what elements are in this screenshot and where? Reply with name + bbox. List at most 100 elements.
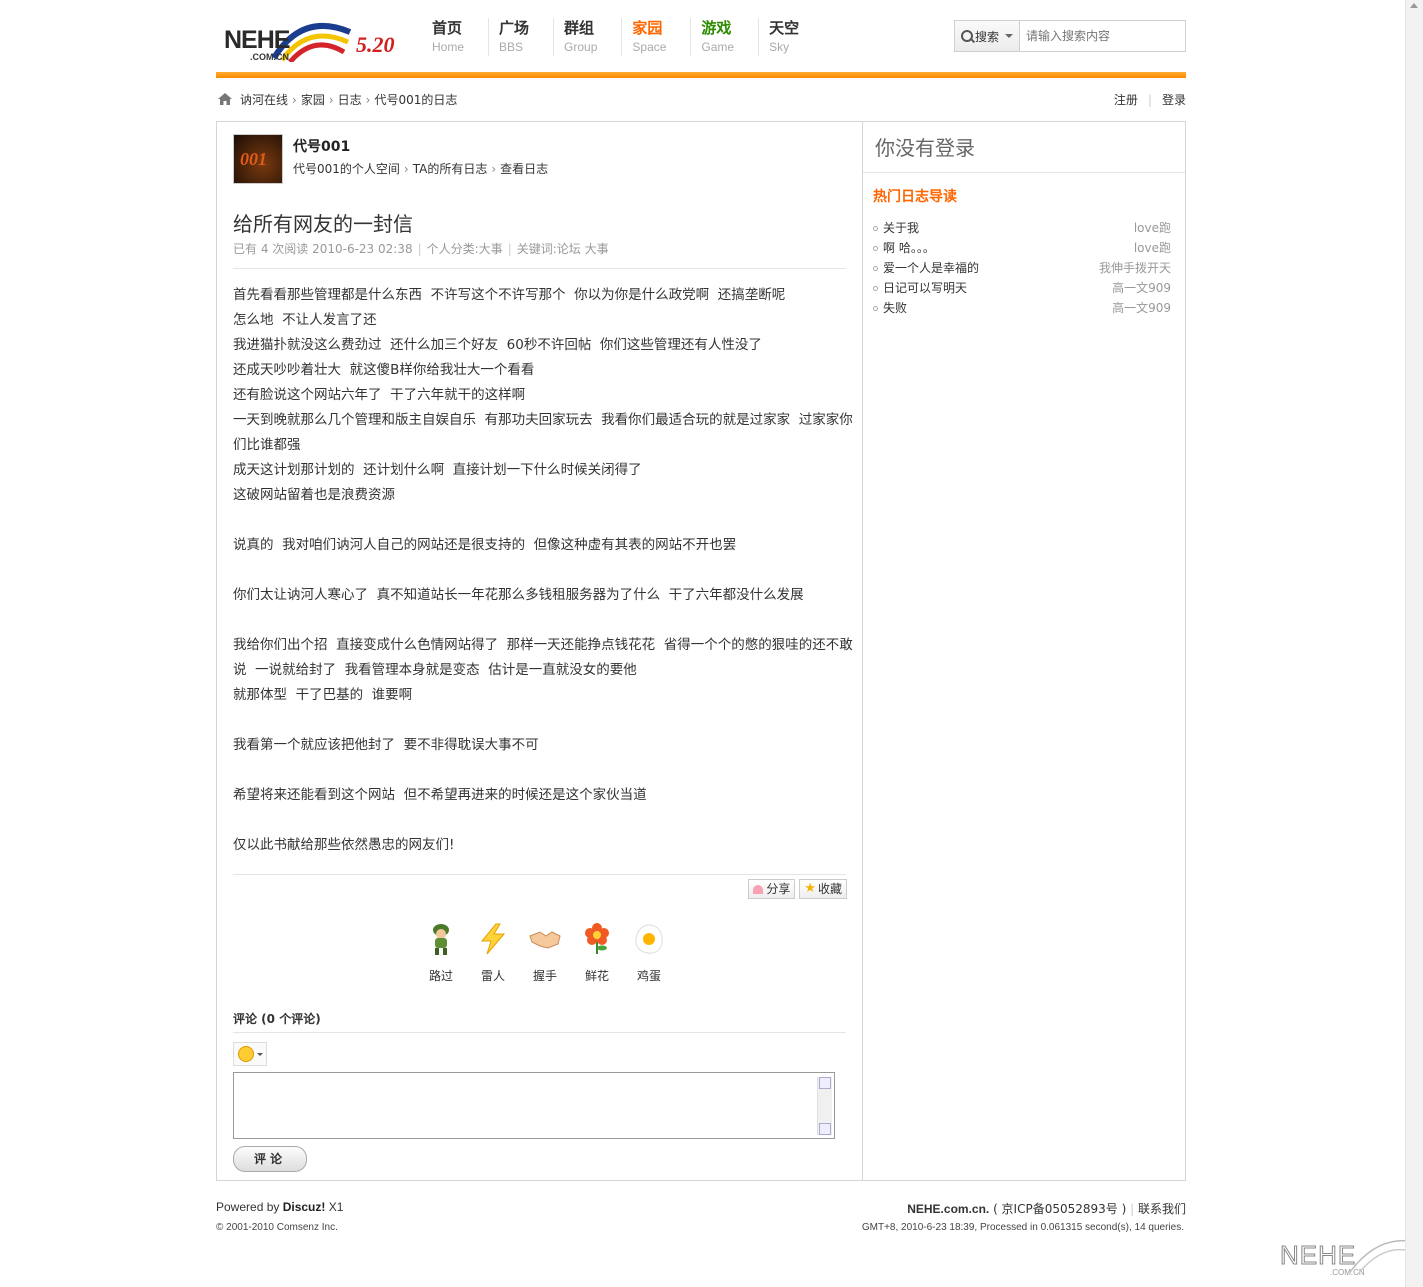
post-paragraph [233, 608, 853, 633]
list-item: 失败 高一文909 [873, 298, 1171, 318]
post-paragraph: 成天这计划那计划的 还计划什么啊 直接计划一下什么时候关闭得了 [233, 462, 642, 478]
author-name[interactable]: 代号001 [293, 136, 350, 156]
share-label: 分享 [766, 882, 791, 896]
breadcrumb-item[interactable]: 日志 [338, 93, 362, 107]
logo-badge: 5.20 [356, 32, 395, 57]
handshake-icon [529, 931, 561, 949]
nav-bbs[interactable]: 广场 BBS [488, 18, 553, 56]
star-icon: ★ [804, 881, 816, 896]
hot-blog-author[interactable]: 我伸手拨开天 [1099, 258, 1171, 278]
post-title: 给所有网友的一封信 [233, 212, 413, 236]
auth-links: 注册 | 登录 [1114, 86, 1186, 114]
auth-divider: | [1147, 93, 1152, 107]
icp-link[interactable]: ( 京ICP备05052893号 ) [989, 1202, 1130, 1216]
nav-home[interactable]: 首页 Home [422, 18, 488, 56]
heart-icon [753, 884, 764, 894]
nav-sublabel: Game [701, 40, 735, 54]
chevron-down-icon [256, 1052, 263, 1056]
hot-blog-author[interactable]: 高一文909 [1112, 298, 1171, 318]
reaction-label: 路过 [428, 969, 453, 983]
hot-blogs-title: 热门日志导读 [873, 189, 957, 205]
nav-space[interactable]: 家园 Space [621, 18, 690, 56]
smiley-icon [237, 1046, 254, 1062]
main-box: 001 代号001 代号001的个人空间 › TA的所有日志 › 查看日志 给所有网友的… [216, 121, 1186, 1181]
nav-group[interactable]: 群组 Group [553, 18, 621, 56]
meta-divider: | [507, 242, 512, 256]
login-link[interactable]: 登录 [1162, 93, 1186, 107]
reaction-flower[interactable]: 鲜花 [571, 922, 623, 984]
soldier-icon [433, 924, 449, 955]
watermark-logo: NEHE .COM.CN [1278, 1234, 1418, 1284]
breadcrumb-current: 代号001的日志 [374, 93, 458, 107]
hot-blog-title[interactable]: 失败 [883, 301, 907, 315]
list-item: 关于我 love跑 [873, 218, 1171, 238]
hot-blog-author[interactable]: love跑 [1134, 218, 1171, 238]
breadcrumb-item[interactable]: 讷河在线 [240, 93, 288, 107]
scroll-down-icon[interactable] [819, 1123, 831, 1135]
comment-submit-button[interactable]: 评论 [233, 1146, 307, 1172]
scroll-up-icon[interactable] [819, 1077, 831, 1089]
author-all-blogs-link[interactable]: TA的所有日志 [413, 162, 488, 176]
header: NEHE .COM.CN 5.20 首页 Home 广场 BBS 群组 Grou… [216, 0, 1186, 80]
favorite-label: 收藏 [817, 882, 842, 896]
hot-blog-title[interactable]: 爱一个人是幸福的 [883, 261, 979, 275]
hot-blogs-list: 关于我 love跑 啊 哈。。。 love跑 爱一个人是幸福的 我伸手拨开天 日记可以… [873, 218, 1171, 318]
nav-game[interactable]: 游戏 Game [690, 18, 758, 56]
sidebar: 你没有登录 热门日志导读 关于我 love跑 啊 哈。。。 love跑 爱一个人是幸… [863, 122, 1185, 1180]
scroll-up-icon[interactable] [1408, 0, 1420, 12]
list-item: 日记可以写明天 高一文909 [873, 278, 1171, 298]
powered-version: X1 [325, 1200, 344, 1214]
reaction-pass-by[interactable]: 路过 [415, 922, 467, 984]
nav-label: 家园 [632, 19, 663, 37]
search-type-button[interactable]: 搜索 [955, 21, 1020, 51]
reaction-label: 鸡蛋 [636, 969, 661, 983]
divider [233, 874, 846, 875]
share-button[interactable]: 分享 [748, 879, 796, 899]
post-paragraph: 我看第一个就应该把他封了 要不非得耽误大事不可 [233, 737, 539, 753]
view-blog-label: 查看日志 [500, 162, 549, 176]
nav-label: 首页 [432, 19, 463, 37]
reaction-label: 握手 [532, 969, 557, 983]
hot-blog-title[interactable]: 日记可以写明天 [883, 281, 967, 295]
post-paragraph [233, 808, 853, 833]
home-icon[interactable] [218, 93, 232, 105]
author-space-link[interactable]: 代号001的个人空间 [293, 162, 400, 176]
reaction-egg[interactable]: 鸡蛋 [623, 922, 675, 984]
hot-blog-author[interactable]: love跑 [1134, 238, 1171, 258]
nav-sublabel: Group [564, 40, 598, 54]
hot-blog-author[interactable]: 高一文909 [1112, 278, 1171, 298]
site-name-link[interactable]: NEHE.com.cn. [907, 1202, 989, 1216]
favorite-button[interactable]: ★ 收藏 [799, 879, 847, 899]
reaction-label: 雷人 [480, 969, 505, 983]
breadcrumb-item[interactable]: 家园 [301, 93, 325, 107]
post-paragraph: 一天到晚就那么几个管理和版主自娱自乐 有那功夫回家玩去 我看你们最适合玩的就是过… [233, 412, 853, 453]
post-category[interactable]: 个人分类:大事 [427, 242, 503, 256]
breadcrumb: 讷河在线 › 家园 › 日志 › 代号001的日志 [240, 86, 457, 114]
nav-sky[interactable]: 天空 Sky [758, 18, 823, 56]
footer-divider: | [1130, 1202, 1135, 1216]
divider [233, 1032, 846, 1033]
avatar[interactable]: 001 [233, 134, 283, 184]
emoticon-button[interactable] [233, 1042, 267, 1066]
post-content: 首先看看那些管理都是什么东西 不许写这个不许写那个 你以为你是什么政党啊 还搞垄… [233, 283, 853, 858]
hot-blog-title[interactable]: 啊 哈。。。 [883, 241, 935, 255]
textarea-scrollbar[interactable] [817, 1077, 832, 1135]
divider [233, 268, 846, 269]
reaction-shocking[interactable]: 雷人 [467, 922, 519, 984]
comment-textarea[interactable] [233, 1072, 835, 1139]
post-paragraph [233, 508, 853, 533]
contact-link[interactable]: 联系我们 [1138, 1202, 1186, 1216]
breadcrumb-separator: › [365, 93, 371, 107]
discuz-link[interactable]: Discuz! [283, 1200, 326, 1214]
post-paragraph [233, 758, 853, 783]
hot-blog-title[interactable]: 关于我 [883, 221, 919, 235]
search-input[interactable] [1020, 21, 1185, 51]
site-logo[interactable]: NEHE .COM.CN 5.20 [222, 16, 402, 64]
copyright: © 2001-2010 Comsenz Inc. [216, 1222, 338, 1233]
flower-icon [585, 923, 609, 954]
login-notice: 你没有登录 [875, 136, 975, 160]
register-link[interactable]: 注册 [1114, 93, 1138, 107]
reaction-handshake[interactable]: 握手 [519, 922, 571, 984]
post-paragraph: 希望将来还能看到这个网站 但不希望再进来的时候还是这个家伙当道 [233, 787, 647, 803]
page-scrollbar[interactable] [1405, 0, 1423, 1287]
